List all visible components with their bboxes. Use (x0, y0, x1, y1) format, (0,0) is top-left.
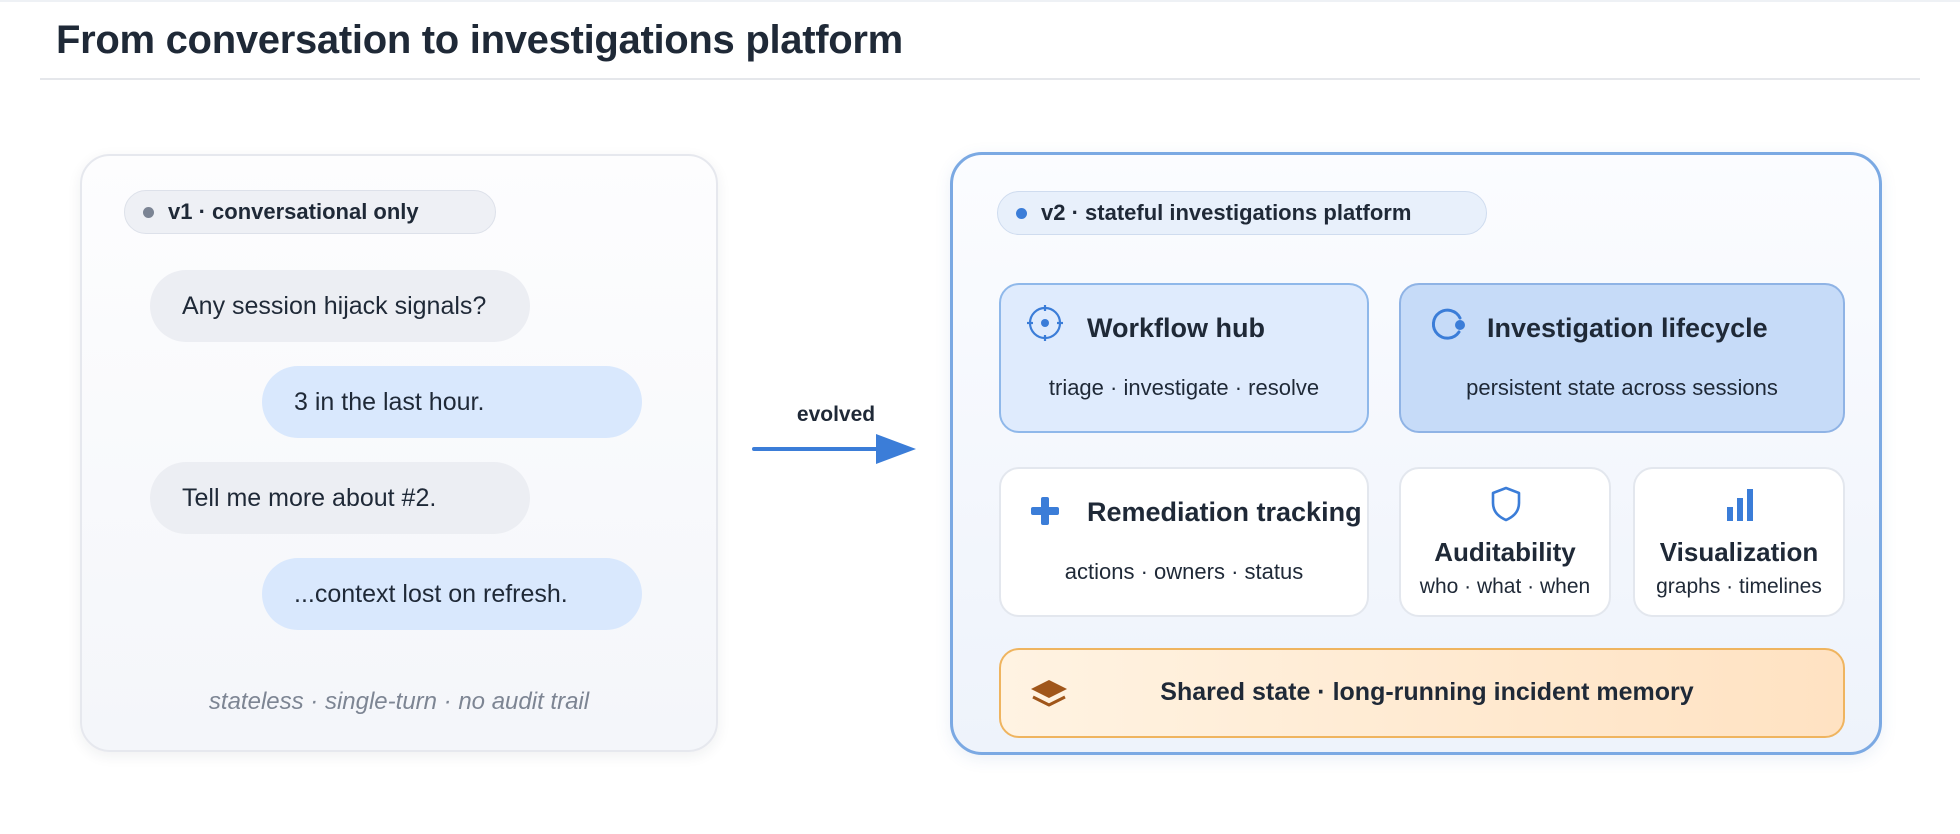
shield-icon (1491, 486, 1521, 522)
remediation-tracking-subtitle: actions · owners · status (1064, 559, 1304, 584)
chat-bubble-user: Tell me more about #2. (150, 462, 530, 534)
chat-bubble-assistant: 3 in the last hour. (262, 366, 642, 438)
v1-panel: v1 · conversational only Any session hij… (80, 154, 718, 752)
page-title: From conversation to investigations plat… (56, 18, 903, 62)
remediation-tracking-card: Remediation tracking actions · owners · … (999, 467, 1369, 617)
visualization-card: Visualization graphs · timelines (1633, 467, 1845, 617)
auditability-card: Auditability who · what · when (1399, 467, 1611, 617)
shared-state-card: Shared state · long-running incident mem… (999, 648, 1845, 738)
v2-panel: v2 · stateful investigations platform Wo… (950, 152, 1882, 755)
investigation-lifecycle-subtitle: persistent state across sessions (1466, 375, 1778, 400)
title-divider (40, 78, 1920, 80)
v1-caption: stateless · single-turn · no audit trail (208, 688, 590, 715)
auditability-subtitle: who · what · when (1419, 575, 1591, 598)
v2-badge-label: v2 · stateful investigations platform (1041, 200, 1412, 225)
remediation-tracking-title: Remediation tracking (1087, 497, 1362, 527)
crosshair-icon (1027, 305, 1063, 341)
auditability-title: Auditability (1434, 537, 1576, 567)
cycle-icon (1431, 308, 1465, 340)
v2-badge: v2 · stateful investigations platform (997, 191, 1487, 235)
investigation-lifecycle-title: Investigation lifecycle (1487, 313, 1768, 343)
top-rule (0, 0, 1960, 2)
investigation-lifecycle-card: Investigation lifecycle persistent state… (1399, 283, 1845, 433)
bar-chart-icon (1727, 489, 1753, 521)
visualization-subtitle: graphs · timelines (1656, 575, 1822, 598)
plus-icon (1031, 497, 1059, 525)
visualization-title: Visualization (1659, 537, 1819, 567)
v1-status-dot (143, 206, 154, 218)
v2-status-dot (1016, 207, 1027, 219)
chat-bubble-assistant: ...context lost on refresh. (262, 558, 642, 630)
shared-state-title: Shared state · long-running incident mem… (1160, 678, 1694, 706)
workflow-hub-title: Workflow hub (1087, 313, 1265, 343)
evolved-arrow-icon (752, 434, 916, 464)
chat-bubble-user: Any session hijack signals? (150, 270, 530, 342)
evolved-label: evolved (796, 403, 876, 426)
workflow-hub-card: Workflow hub triage · investigate · reso… (999, 283, 1369, 433)
workflow-hub-subtitle: triage · investigate · resolve (1048, 375, 1320, 400)
v1-badge-label: v1 · conversational only (168, 199, 419, 224)
v1-badge: v1 · conversational only (124, 190, 496, 234)
